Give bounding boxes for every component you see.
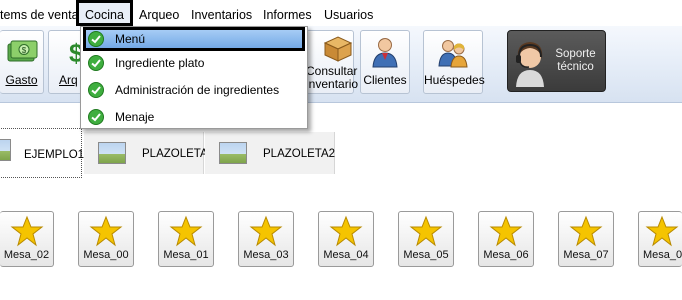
consultar-inventario-label: Consultar inventario — [306, 64, 359, 91]
tab-plazoleta2[interactable]: PLAZOLETA2 — [205, 132, 335, 174]
star-icon — [409, 215, 443, 250]
check-circle-icon — [87, 54, 105, 75]
menu-bar: tems de venta Cocina Arqueo Inventarios … — [0, 0, 682, 26]
money-icon: $ — [5, 36, 39, 71]
tab-label: EJEMPLO1 — [24, 149, 85, 161]
box-icon — [321, 33, 355, 66]
users-icon — [436, 36, 470, 71]
star-icon — [10, 215, 44, 250]
tab-ejemplo1[interactable]: EJEMPLO1 — [0, 128, 85, 178]
menu-item-menaje[interactable]: Menaje — [83, 105, 305, 129]
soporte-tecnico-label: Soporte técnico — [555, 48, 596, 73]
star-icon — [169, 215, 203, 250]
menu-items-de-venta[interactable]: tems de venta — [0, 0, 79, 26]
mesa-label: Mesa_06 — [483, 249, 529, 261]
gasto-label: Gasto — [5, 73, 38, 87]
menu-informes[interactable]: Informes — [263, 0, 312, 26]
mesa-label: Mesa_04 — [323, 249, 369, 261]
star-icon — [329, 215, 363, 250]
star-icon — [249, 215, 283, 250]
huespedes-button[interactable]: Huéspedes — [423, 30, 485, 94]
gasto-button[interactable]: $ Gasto — [0, 30, 44, 94]
mesa-button[interactable]: Mesa_00 — [78, 211, 134, 267]
star-icon — [89, 215, 123, 250]
soporte-tecnico-button[interactable]: Soporte técnico — [507, 30, 606, 92]
mesa-button[interactable]: Mesa_07 — [558, 211, 614, 267]
menu-item-label: Ingrediente plato — [115, 56, 205, 70]
clientes-button[interactable]: Clientes — [360, 30, 410, 94]
mesa-button[interactable]: Mesa_04 — [318, 211, 374, 267]
clientes-label: Clientes — [363, 73, 407, 87]
landscape-icon — [98, 142, 126, 164]
landscape-icon — [0, 139, 11, 161]
mesa-label: Mesa_03 — [243, 249, 289, 261]
mesa-label: Mesa_01 — [163, 249, 209, 261]
menu-item-label: Administración de ingredientes — [115, 83, 280, 97]
menu-item-ingrediente-plato[interactable]: Ingrediente plato — [83, 51, 305, 75]
user-icon — [371, 36, 399, 71]
mesa-label: Mesa_0 — [643, 249, 682, 261]
menu-arqueo[interactable]: Arqueo — [139, 0, 179, 26]
mesa-button[interactable]: Mesa_06 — [478, 211, 534, 267]
star-icon — [569, 215, 603, 250]
mesa-label: Mesa_05 — [403, 249, 449, 261]
support-headset-icon — [512, 37, 548, 90]
menu-item-administracion-ingredientes[interactable]: Administración de ingredientes — [83, 78, 305, 102]
menu-item-label: Menú — [115, 32, 146, 46]
menu-item-menu[interactable]: Menú — [83, 27, 305, 51]
tab-label: PLAZOLETA — [142, 148, 208, 160]
mesa-label: Mesa_07 — [563, 249, 609, 261]
svg-text:$: $ — [21, 46, 26, 55]
mesa-button[interactable]: Mesa_02 — [0, 211, 54, 267]
cocina-dropdown-menu: Menú Ingrediente plato Administración de… — [80, 26, 308, 129]
menu-item-label: Menaje — [115, 110, 155, 124]
zone-tabs: EJEMPLO1 PLAZOLETA PLAZOLETA2 — [0, 126, 682, 178]
star-icon — [489, 215, 523, 250]
menu-usuarios[interactable]: Usuarios — [324, 0, 373, 26]
star-icon — [645, 215, 679, 250]
check-circle-icon — [87, 108, 105, 129]
mesa-button[interactable]: Mesa_03 — [238, 211, 294, 267]
mesa-label: Mesa_00 — [83, 249, 129, 261]
menu-inventarios[interactable]: Inventarios — [191, 0, 252, 26]
huespedes-label: Huéspedes — [424, 73, 485, 87]
consultar-inventario-button[interactable]: Consultar inventario — [306, 30, 358, 94]
tab-plazoleta[interactable]: PLAZOLETA — [84, 132, 208, 174]
check-circle-icon — [87, 81, 105, 102]
tab-label: PLAZOLETA2 — [263, 148, 336, 160]
mesa-label: Mesa_02 — [3, 249, 50, 261]
landscape-icon — [219, 142, 247, 164]
mesa-button[interactable]: Mesa_05 — [398, 211, 454, 267]
mesa-button[interactable]: Mesa_01 — [158, 211, 214, 267]
menu-cocina[interactable]: Cocina — [76, 0, 133, 26]
mesa-button[interactable]: Mesa_0 — [638, 211, 682, 267]
check-circle-icon — [87, 30, 105, 51]
